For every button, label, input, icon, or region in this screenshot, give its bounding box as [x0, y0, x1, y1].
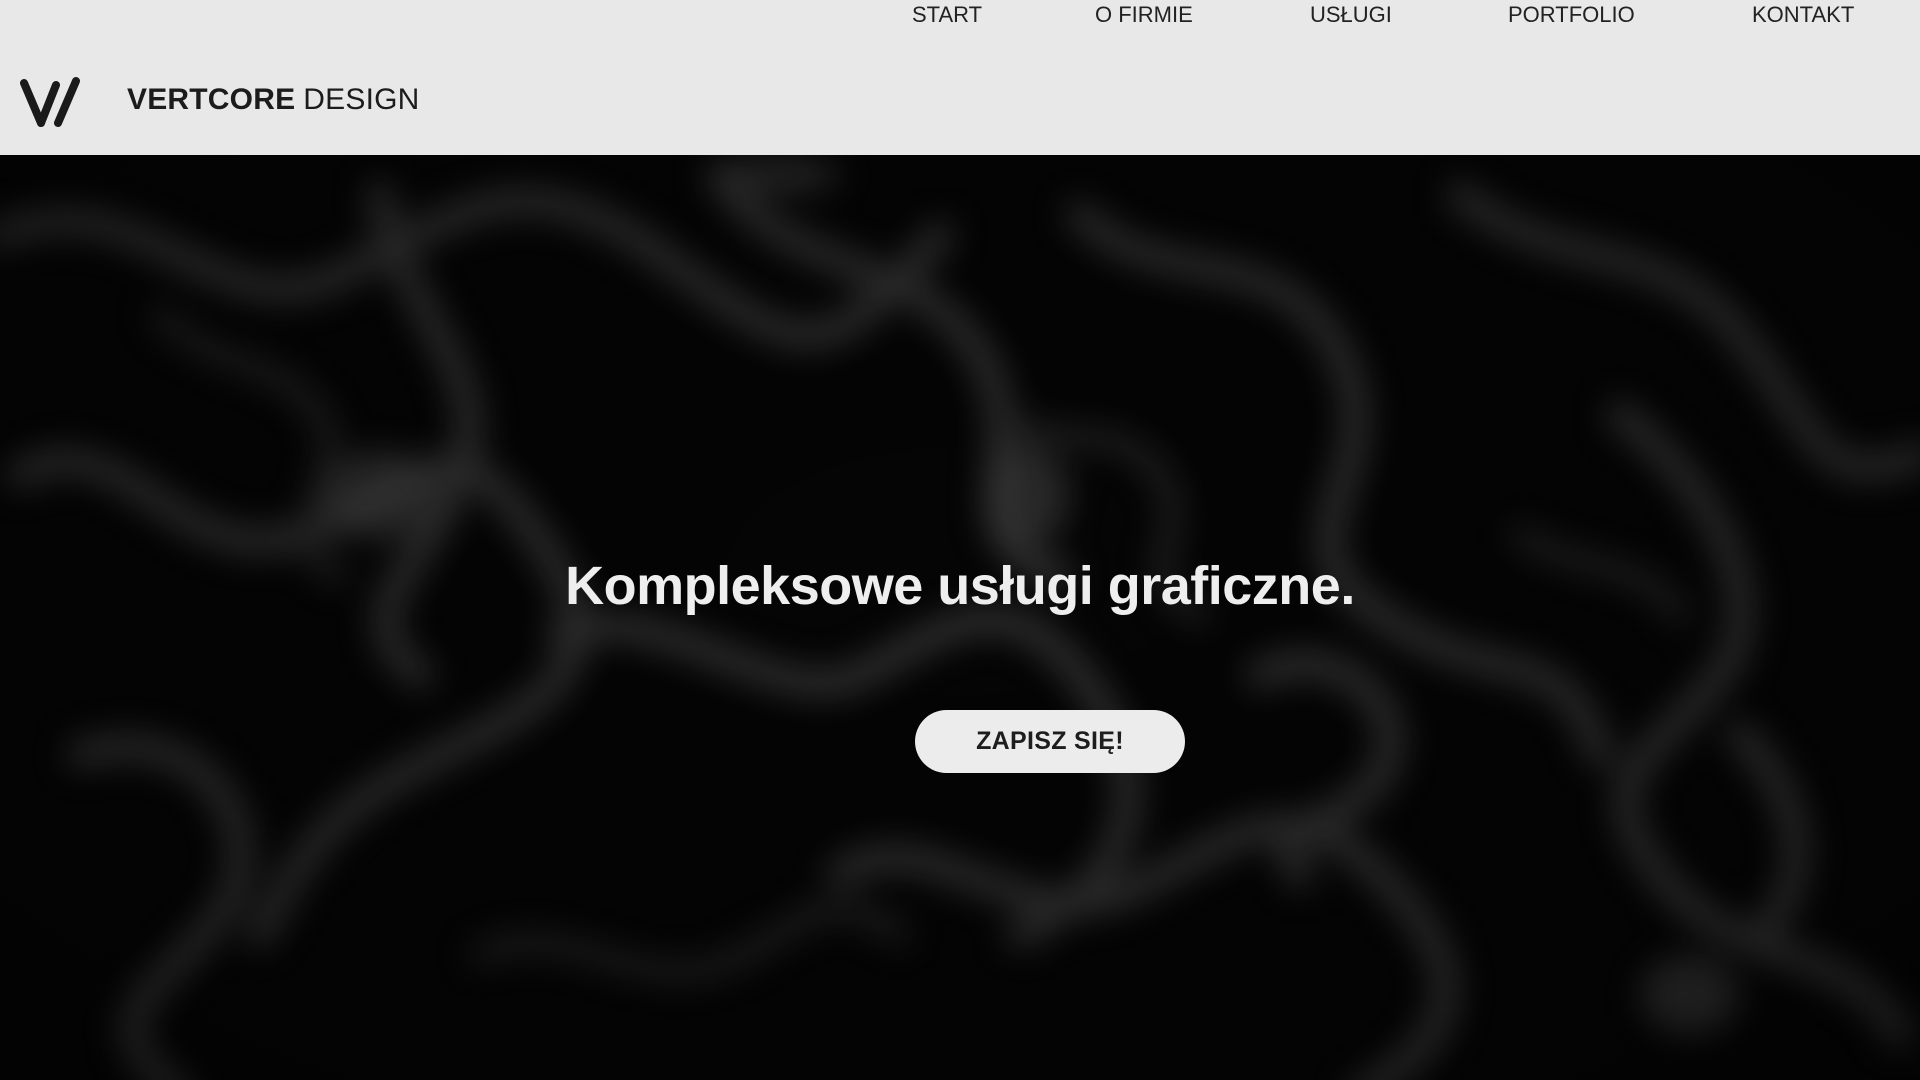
site-header: VERTCORE DESIGN START O FIRMIE USŁUGI POR…	[0, 0, 1920, 155]
vertcore-logo-icon[interactable]	[20, 75, 82, 131]
hero-overlay	[0, 155, 1920, 1080]
nav-item-kontakt[interactable]: KONTAKT	[1752, 0, 1854, 30]
nav-item-uslugi[interactable]: USŁUGI	[1310, 0, 1392, 30]
brand-name-light: DESIGN	[303, 83, 420, 116]
nav-item-start[interactable]: START	[912, 0, 982, 30]
nav-item-portfolio[interactable]: PORTFOLIO	[1508, 0, 1635, 30]
brand-name-bold: VERTCORE	[127, 83, 296, 116]
hero-section: Kompleksowe usługi graficzne. ZAPISZ SIĘ…	[0, 155, 1920, 1080]
signup-button[interactable]: ZAPISZ SIĘ!	[915, 710, 1185, 773]
hero-title: Kompleksowe usługi graficzne.	[565, 556, 1355, 616]
nav-item-o-firmie[interactable]: O FIRMIE	[1095, 0, 1193, 30]
brand-name[interactable]: VERTCORE DESIGN	[127, 80, 420, 120]
